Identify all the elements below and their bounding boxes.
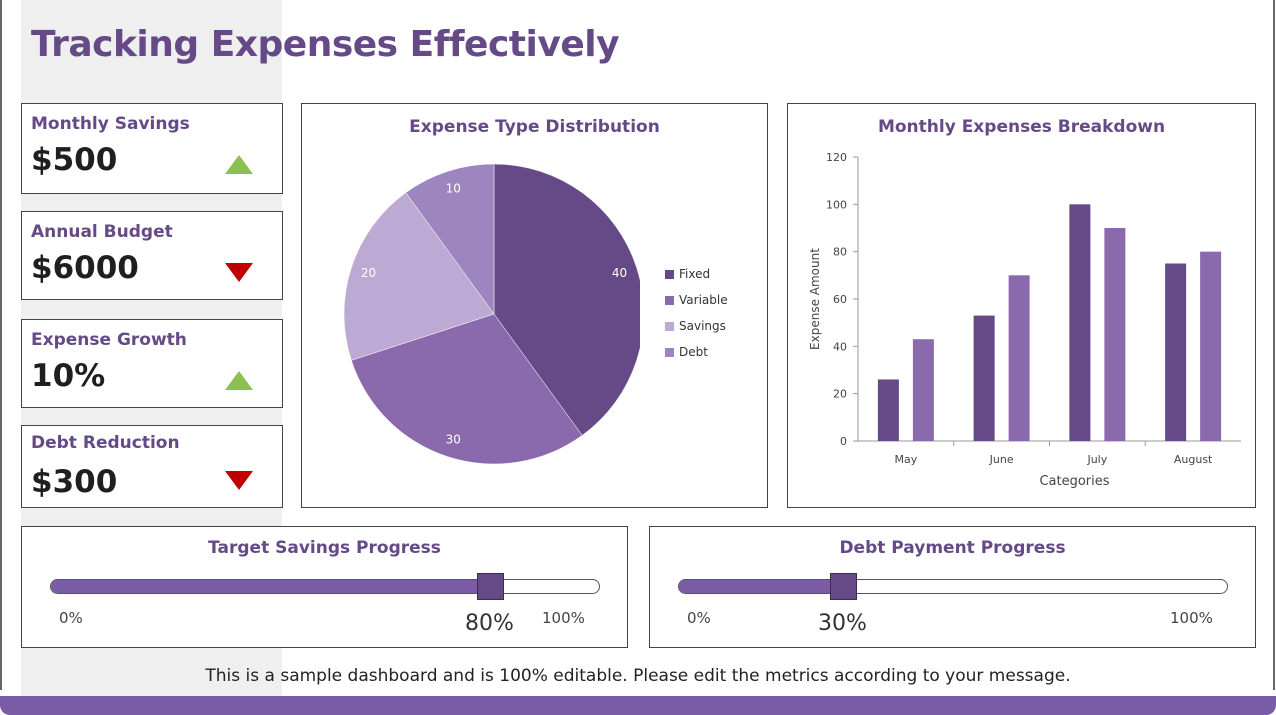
pie-chart-panel: Expense Type Distribution 40 30 20 10 Fixed…: [301, 103, 768, 508]
bottom-accent-bar: [0, 696, 1276, 715]
legend-label: Variable: [679, 293, 728, 307]
metric-card-annual-budget: Annual Budget $6000: [21, 211, 283, 300]
x-tick-label: May: [895, 453, 918, 466]
y-tick-label: 120: [826, 151, 847, 164]
legend-swatch: [665, 295, 674, 305]
progress-track: [678, 579, 1228, 594]
chart-legend: Fixed Variable Savings Debt: [665, 261, 728, 365]
legend-item: Debt: [665, 339, 728, 365]
metric-card-expense-growth: Expense Growth 10%: [21, 319, 283, 408]
legend-item: Variable: [665, 287, 728, 313]
progress-min-label: 0%: [59, 609, 83, 627]
legend-item: Fixed: [665, 261, 728, 287]
y-tick-label: 0: [840, 435, 847, 448]
metric-label: Monthly Savings: [31, 114, 190, 134]
left-border: [0, 0, 2, 690]
legend-item: Savings: [665, 313, 728, 339]
metric-value: $300: [31, 464, 118, 500]
bar-may-series-2: [912, 339, 934, 441]
legend-label: Fixed: [679, 267, 711, 281]
progress-title: Target Savings Progress: [208, 538, 441, 558]
progress-value-label: 80%: [465, 611, 514, 636]
y-tick-label: 60: [833, 293, 847, 306]
bar-june-series-2: [1008, 275, 1030, 441]
y-tick-label: 80: [833, 246, 847, 259]
up-triangle-icon: [225, 371, 253, 390]
metric-label: Expense Growth: [31, 330, 187, 350]
footer-note: This is a sample dashboard and is 100% e…: [205, 666, 1071, 686]
pie-chart: 40 30 20 10: [343, 163, 640, 465]
progress-min-label: 0%: [687, 609, 711, 627]
bar-july-series-1: [1069, 204, 1091, 441]
y-axis-label: Expense Amount: [808, 248, 822, 350]
progress-slider-handle[interactable]: [477, 573, 504, 600]
down-triangle-icon: [225, 471, 253, 490]
x-tick-label: June: [989, 453, 1014, 466]
y-tick-label: 100: [826, 198, 847, 211]
x-tick-label: July: [1086, 453, 1107, 466]
x-tick-label: August: [1174, 453, 1213, 466]
bar-august-series-1: [1165, 263, 1187, 441]
up-triangle-icon: [225, 155, 253, 174]
pie-data-label: 40: [612, 266, 627, 280]
bar-chart: 0 20 40 60 80 100 120 May June July August Categori…: [808, 151, 1241, 489]
progress-slider-handle[interactable]: [830, 573, 857, 600]
legend-swatch: [665, 321, 674, 331]
page-title: Tracking Expenses Effectively: [31, 24, 620, 65]
pie-data-label: 20: [361, 266, 376, 280]
bar-august-series-2: [1200, 251, 1222, 441]
metric-card-monthly-savings: Monthly Savings $500: [21, 103, 283, 194]
metric-label: Debt Reduction: [31, 433, 180, 453]
progress-title: Debt Payment Progress: [839, 538, 1066, 558]
y-tick-label: 20: [833, 388, 847, 401]
progress-track: [50, 579, 600, 594]
bar-june-series-1: [973, 315, 995, 441]
bar-july-series-2: [1104, 228, 1126, 441]
progress-max-label: 100%: [542, 609, 585, 627]
legend-swatch: [665, 347, 674, 357]
progress-max-label: 100%: [1170, 609, 1213, 627]
x-axis-label: Categories: [1039, 474, 1109, 489]
metric-value: $6000: [31, 250, 139, 286]
right-border: [1273, 0, 1275, 690]
legend-swatch: [665, 269, 674, 279]
down-triangle-icon: [225, 263, 253, 282]
metric-value: $500: [31, 142, 118, 178]
debt-progress-panel: Debt Payment Progress 0% 30% 100%: [649, 526, 1256, 648]
y-tick-label: 40: [833, 340, 847, 353]
chart-title: Expense Type Distribution: [409, 117, 660, 137]
legend-label: Savings: [679, 319, 726, 333]
metric-label: Annual Budget: [31, 222, 173, 242]
bar-chart-panel: Monthly Expenses Breakdown 0 20 40 60 80 100 1…: [787, 103, 1256, 508]
pie-data-label: 30: [446, 433, 461, 447]
savings-progress-panel: Target Savings Progress 0% 80% 100%: [21, 526, 628, 648]
metric-card-debt-reduction: Debt Reduction $300: [21, 425, 283, 508]
legend-label: Debt: [679, 345, 708, 359]
metric-value: 10%: [31, 358, 106, 394]
progress-fill: [679, 580, 844, 593]
progress-fill: [51, 580, 490, 593]
bar-may-series-1: [877, 379, 899, 441]
progress-value-label: 30%: [818, 611, 867, 636]
pie-data-label: 10: [446, 181, 461, 195]
